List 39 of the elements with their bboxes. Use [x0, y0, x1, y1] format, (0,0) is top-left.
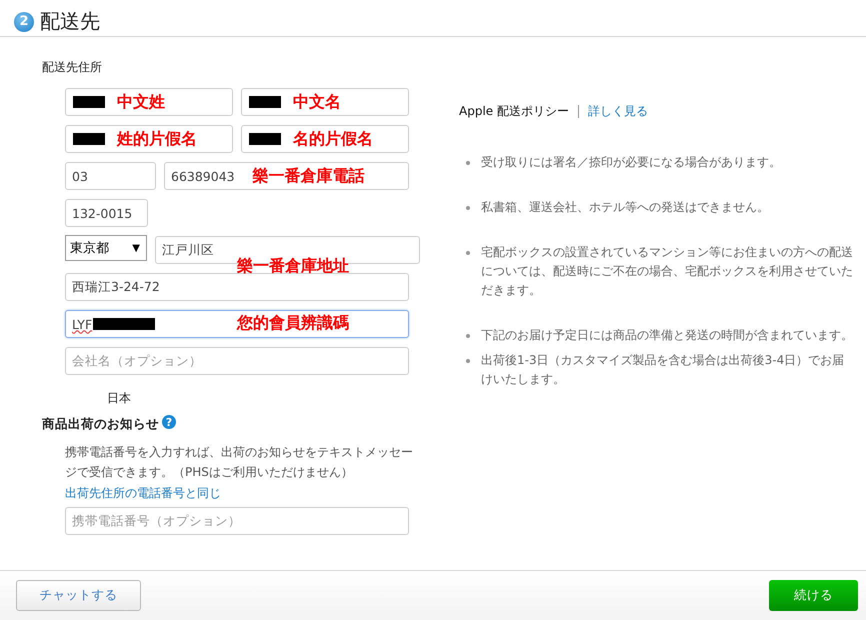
annotation-text: 姓的片假名 — [117, 128, 197, 150]
policy-text: 出荷後1-3日（カスタマイズ製品を含む場合は出荷後3-4日）でお届けいたします。 — [481, 352, 846, 388]
annotation-text: 中文名 — [293, 92, 341, 112]
section-heading: 商品出荷のお知らせ — [42, 416, 159, 433]
bullet-icon — [466, 161, 470, 165]
field-label: 配送先住所 — [42, 59, 103, 76]
prefecture-dropdown[interactable]: 東京都 ▼ — [65, 235, 147, 261]
annotation-text: 名的片假名 — [293, 128, 373, 150]
help-icon[interactable]: ? — [162, 415, 176, 429]
input-field[interactable]: 132-0015 — [65, 199, 148, 227]
input-field[interactable]: 中文名 — [241, 88, 409, 116]
same-phone-link[interactable]: 出荷先住所の電話番号と同じ — [65, 485, 221, 502]
policy-text: 私書箱、運送会社、ホテル等への発送はできません。 — [481, 199, 769, 216]
input-field[interactable]: 携帯電話番号（オプション） — [65, 507, 409, 535]
policy-text: 下記のお届け予定日には商品の準備と発送の時間が含まれています。 — [481, 327, 853, 344]
bullet-icon — [466, 251, 470, 255]
input-field[interactable]: 中文姓 — [65, 88, 233, 116]
input-field[interactable]: 03 — [65, 162, 156, 190]
annotation-text: 中文姓 — [117, 92, 165, 112]
annotation-text: 您的會員辨識碼 — [237, 313, 349, 334]
chat-button[interactable]: チャットする — [16, 580, 141, 611]
bullet-icon — [466, 359, 470, 363]
policy-text: 受け取りには署名／捺印が必要になる場合があります。 — [481, 154, 781, 171]
bullet-icon — [466, 334, 470, 338]
input-field[interactable]: 名的片假名 — [241, 125, 409, 153]
policy-heading: Apple 配送ポリシー — [459, 103, 569, 120]
input-field[interactable]: 66389043 樂一番倉庫電話 — [164, 162, 409, 190]
description-text: 携帯電話番号を入力すれば、出荷のお知らせをテキストメッセージで受信できます。（PHSはご利用いただけません） — [65, 444, 414, 481]
details-link[interactable]: 詳しく見る — [588, 103, 648, 120]
section-title: 配送先 — [40, 8, 100, 35]
input-field[interactable]: 会社名（オプション） — [65, 347, 409, 375]
continue-button[interactable]: 続ける — [769, 580, 858, 611]
input-field[interactable]: 姓的片假名 — [65, 125, 233, 153]
step-number-badge: 2 — [14, 12, 34, 32]
country-text: 日本 — [107, 390, 132, 407]
annotation-text: 樂一番倉庫電話 — [252, 166, 365, 186]
input-field[interactable]: 西瑞江3-24-72 — [65, 273, 409, 301]
policy-text: 宅配ボックスの設置されているマンション等にお住まいの方への配送については、配送時にご不在の場合、宅配ボックスを利用させていただきます。 — [481, 244, 854, 299]
bullet-icon — [466, 206, 470, 210]
